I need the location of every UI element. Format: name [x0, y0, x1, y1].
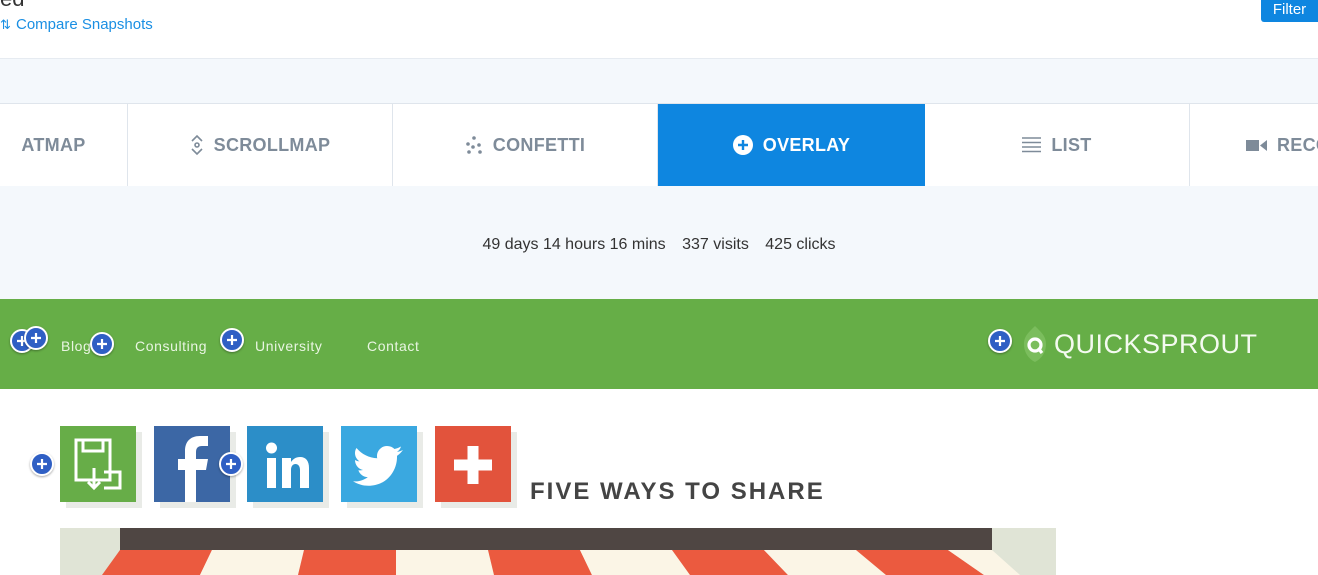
sprout-logo-icon [1024, 326, 1046, 362]
tab-confetti[interactable]: CONFETTI [393, 104, 658, 186]
overlay-marker[interactable] [988, 329, 1012, 353]
plus-icon [454, 446, 492, 484]
twitter-share-tile[interactable] [341, 426, 417, 502]
site-nav-contact[interactable]: Contact [367, 338, 419, 354]
overlay-marker[interactable] [90, 332, 114, 356]
filter-button[interactable]: Filter [1261, 0, 1318, 22]
awning-top-bar [120, 528, 992, 550]
overlay-marker[interactable] [219, 452, 243, 476]
compare-snapshots-link[interactable]: ⇅ Compare Snapshots [0, 16, 153, 33]
tab-scrollmap-label: SCROLLMAP [213, 134, 331, 155]
tab-list-label: LIST [1051, 134, 1092, 155]
overlay-marker[interactable] [220, 328, 244, 352]
logo-text: QUICKSPROUT [1054, 328, 1258, 359]
page-title: ed [0, 0, 24, 12]
save-share-tile[interactable] [60, 426, 136, 502]
save-icon [74, 438, 122, 491]
confetti-icon [465, 136, 483, 154]
linkedin-share-tile[interactable] [247, 426, 323, 502]
duration-stat: 49 days 14 hours 16 mins [482, 236, 666, 253]
snapshot-header [0, 0, 1318, 59]
site-nav-blog[interactable]: Blog [61, 338, 91, 354]
twitter-icon [353, 446, 403, 486]
share-heading: FIVE WAYS TO SHARE [530, 478, 825, 505]
tab-scrollmap[interactable]: SCROLLMAP [128, 104, 393, 186]
overlay-marker[interactable] [24, 326, 48, 350]
tab-heatmap[interactable]: ATMAP [0, 104, 128, 186]
tab-recordings-label: RECO [1277, 134, 1318, 155]
tab-overlay[interactable]: OVERLAY [658, 104, 925, 186]
plus-circle-icon [732, 135, 753, 155]
tab-confetti-label: CONFETTI [492, 134, 586, 155]
video-icon [1246, 139, 1267, 152]
tab-recordings[interactable]: RECO [1190, 104, 1318, 186]
compare-icon: ⇅ [0, 16, 11, 32]
plus-share-tile[interactable] [435, 426, 511, 502]
overlay-marker[interactable] [30, 452, 54, 476]
site-nav-university[interactable]: University [255, 338, 322, 354]
quicksprout-logo[interactable]: QUICKSPROUT [1024, 326, 1258, 362]
linkedin-icon [266, 442, 309, 488]
visits-stat: 337 visits [682, 236, 749, 253]
view-tabs: ATMAP SCROLLMAP CONFETTI OVERLAY LIST RE… [0, 103, 1318, 187]
clicks-stat: 425 clicks [765, 236, 836, 253]
compare-snapshots-label: Compare Snapshots [16, 16, 153, 33]
tab-list[interactable]: LIST [925, 104, 1190, 186]
list-icon [1022, 137, 1042, 153]
tab-overlay-label: OVERLAY [762, 134, 851, 155]
snapshot-stats: 49 days 14 hours 16 mins 337 visits 425 … [0, 236, 1318, 254]
site-nav-consulting[interactable]: Consulting [135, 338, 207, 354]
header-divider-band [0, 59, 1318, 103]
scroll-icon [190, 134, 204, 156]
tab-heatmap-label: ATMAP [21, 134, 86, 155]
